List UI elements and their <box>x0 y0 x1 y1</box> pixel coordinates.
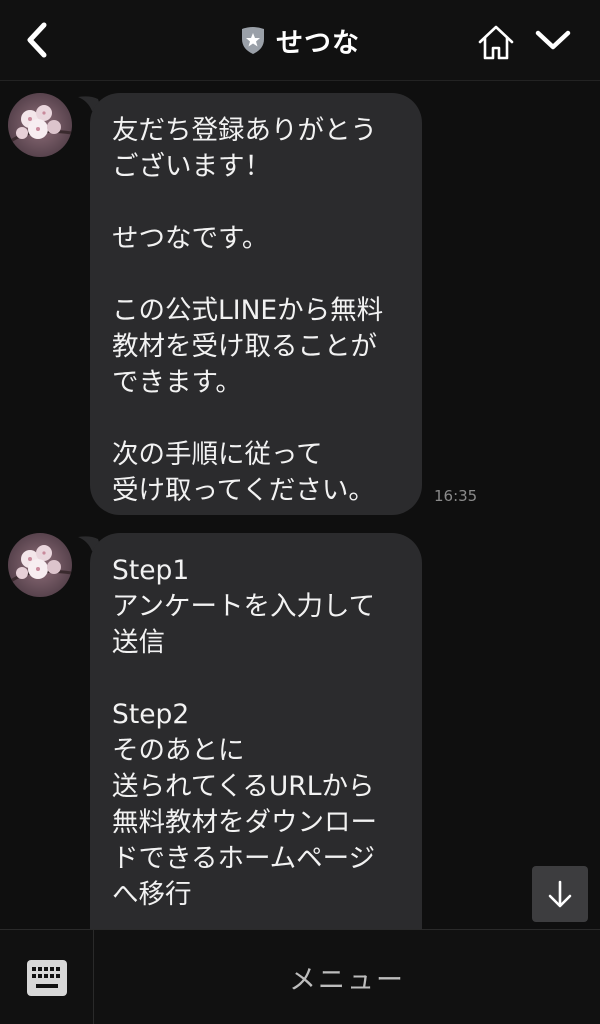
keyboard-icon <box>26 959 67 996</box>
message-bubble[interactable]: Step1 アンケートを入力して 送信 Step2 そのあとに 送られてくるUR… <box>90 533 422 929</box>
star-shield-icon <box>242 27 264 54</box>
scroll-to-bottom-button[interactable] <box>532 866 588 922</box>
expand-button[interactable] <box>530 20 576 60</box>
message-bubble[interactable]: 友だち登録ありがとう ございます！ せつなです。 この公式LINEから無料 教材… <box>90 93 422 515</box>
keyboard-button[interactable] <box>0 930 94 1024</box>
chevron-down-icon <box>535 30 571 50</box>
menu-button[interactable]: メニュー <box>94 930 600 1024</box>
chevron-left-icon <box>27 22 47 58</box>
home-icon <box>478 25 514 60</box>
avatar[interactable] <box>8 533 72 597</box>
cherry-blossom-avatar-image <box>8 93 72 157</box>
home-button[interactable] <box>472 20 520 64</box>
message-timestamp: 16:35 <box>434 487 478 505</box>
chat-header: せつな <box>0 0 600 81</box>
arrow-down-icon <box>548 880 572 908</box>
cherry-blossom-avatar-image <box>8 533 72 597</box>
avatar[interactable] <box>8 93 72 157</box>
message-list[interactable]: 友だち登録ありがとう ございます！ せつなです。 この公式LINEから無料 教材… <box>0 81 600 929</box>
bottom-menu-bar: メニュー <box>0 929 600 1024</box>
back-button[interactable] <box>14 18 58 62</box>
chat-title-text: せつな <box>276 27 360 59</box>
line-chat-screen: せつな 友だち登録ありがとう ございます！ せつなです。 この公式LINEから無… <box>0 0 600 1024</box>
